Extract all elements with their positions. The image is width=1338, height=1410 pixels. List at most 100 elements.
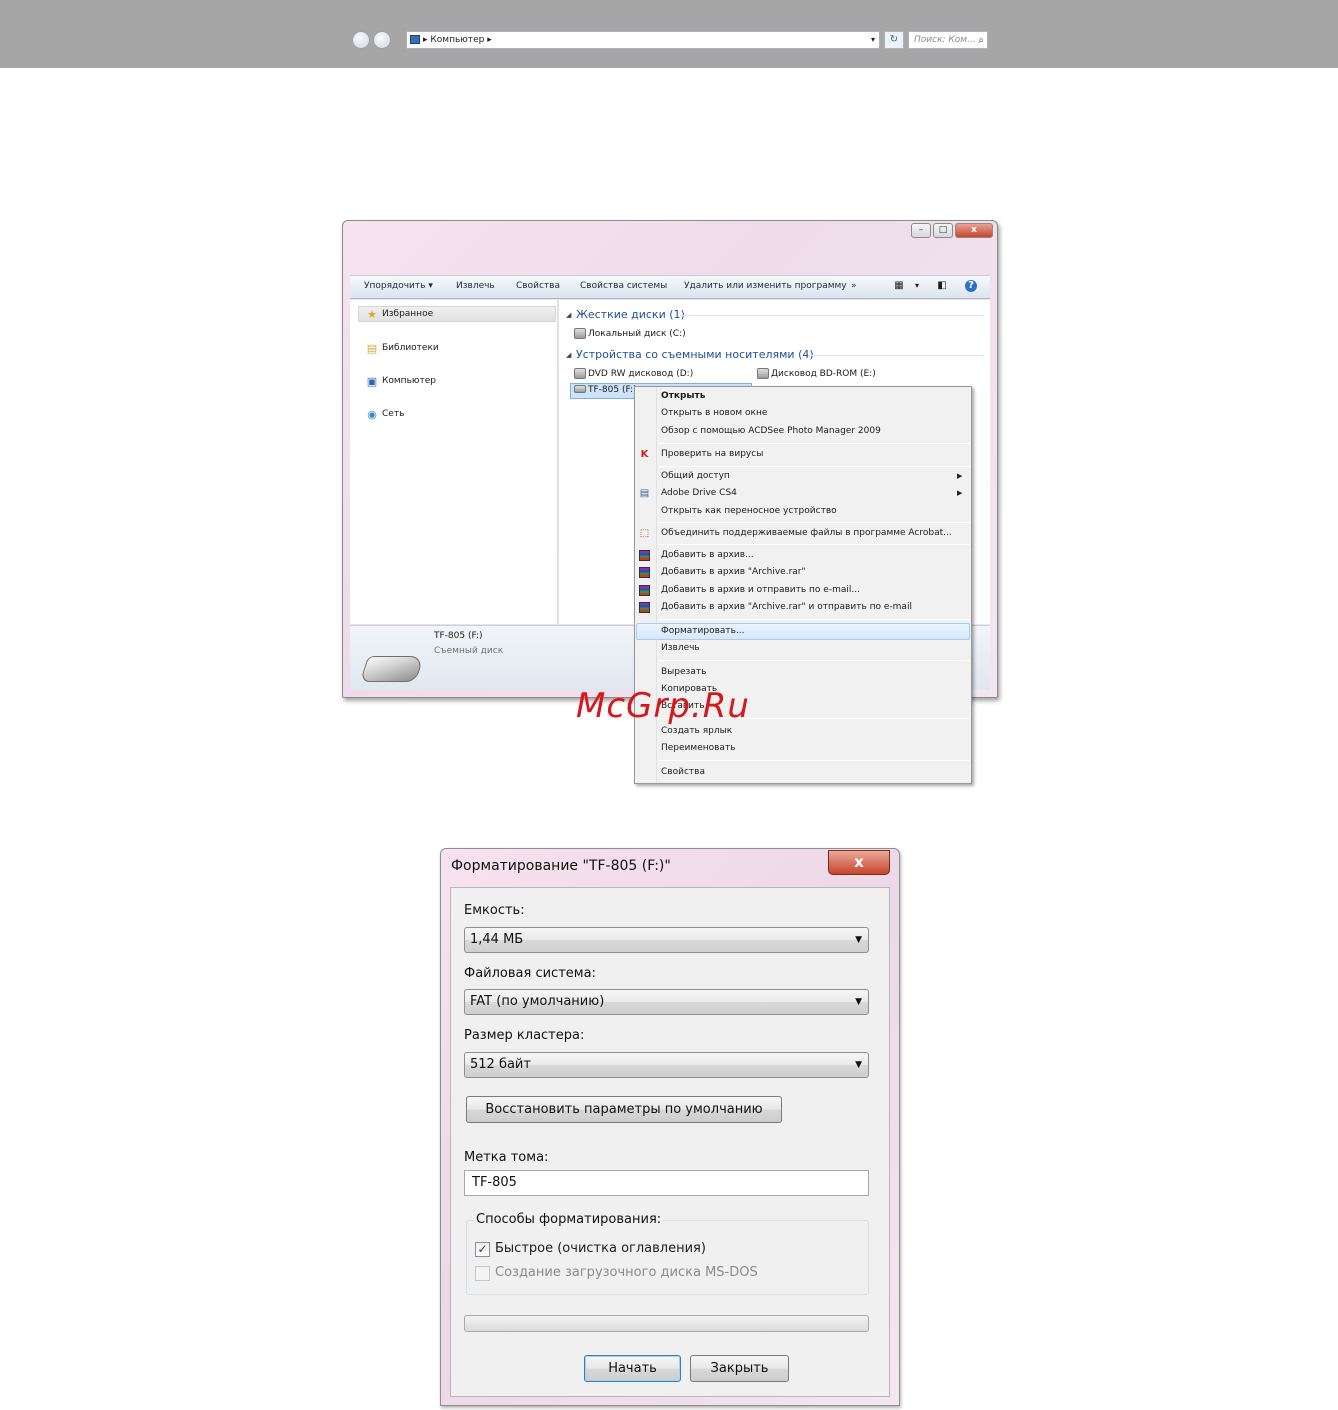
- system-properties-button[interactable]: Свойства системы: [580, 281, 667, 291]
- drive-d[interactable]: DVD RW дисковод (D:): [588, 369, 693, 379]
- view-dropdown-icon[interactable]: ▾: [911, 280, 923, 292]
- menu-scan[interactable]: Проверить на вирусы: [661, 449, 763, 459]
- drive-c[interactable]: Локальный диск (C:): [588, 329, 686, 339]
- menu-open[interactable]: Открыть: [661, 391, 705, 401]
- menu-adobe-drive[interactable]: Adobe Drive CS4: [661, 488, 737, 498]
- search-icon[interactable]: ⌕: [978, 33, 984, 49]
- view-options-icon[interactable]: ▦: [893, 280, 905, 292]
- capacity-select[interactable]: 1,44 МБ ▼: [464, 927, 869, 953]
- bd-drive-icon: [757, 368, 769, 379]
- format-options-label: Способы форматирования:: [474, 1212, 664, 1227]
- cluster-select[interactable]: 512 байт ▼: [464, 1052, 869, 1078]
- group-divider: [680, 315, 984, 316]
- filesystem-select[interactable]: FAT (по умолчанию) ▼: [464, 989, 869, 1015]
- back-button[interactable]: [352, 31, 370, 49]
- removable-disk-icon: [359, 656, 425, 682]
- menu-acrobat[interactable]: Объединить поддерживаемые файлы в програ…: [661, 528, 952, 538]
- menu-separator: [658, 466, 970, 467]
- menu-add-archive-rar-email[interactable]: Добавить в архив "Archive.rar" и отправи…: [661, 602, 912, 612]
- adobe-drive-icon: ▤: [639, 488, 650, 499]
- quick-format-label[interactable]: Быстрое (очистка оглавления): [495, 1241, 706, 1256]
- cluster-label: Размер кластера:: [464, 1028, 585, 1043]
- filesystem-label: Файловая система:: [464, 966, 596, 981]
- maximize-button[interactable]: □: [933, 223, 953, 238]
- dropdown-arrow-icon: ▼: [855, 997, 862, 1007]
- properties-button[interactable]: Свойства: [516, 281, 560, 291]
- forward-button[interactable]: [373, 31, 391, 49]
- menu-add-archive-email[interactable]: Добавить в архив и отправить по e-mail..…: [661, 585, 860, 595]
- dialog-title: Форматирование "TF-805 (F:)": [451, 858, 671, 874]
- nav-libraries[interactable]: Библиотеки: [382, 343, 439, 353]
- breadcrumb-arrow-icon: ▸: [484, 35, 492, 45]
- search-input[interactable]: Поиск: Ком... ⌕: [908, 31, 988, 49]
- msdos-boot-checkbox[interactable]: [475, 1266, 490, 1281]
- drive-e[interactable]: Дисковод BD-ROM (E:): [771, 369, 876, 379]
- kaspersky-icon: K: [640, 449, 649, 460]
- menu-cut[interactable]: Вырезать: [661, 667, 706, 677]
- menu-add-archive[interactable]: Добавить в архив...: [661, 550, 754, 560]
- usb-drive-icon: [574, 385, 586, 393]
- volume-label-input[interactable]: TF-805: [464, 1170, 869, 1196]
- menu-separator: [658, 544, 970, 545]
- search-placeholder: Поиск: Ком...: [914, 35, 976, 45]
- restore-defaults-button[interactable]: Восстановить параметры по умолчанию: [466, 1096, 782, 1123]
- menu-separator: [658, 619, 970, 620]
- capacity-label: Емкость:: [464, 903, 525, 918]
- eject-button[interactable]: Извлечь: [456, 281, 495, 291]
- close-button[interactable]: x: [955, 223, 993, 238]
- submenu-arrow-icon: ▶: [957, 489, 963, 497]
- nav-favorites[interactable]: Избранное: [382, 309, 433, 319]
- cluster-value: 512 байт: [470, 1057, 531, 1072]
- menu-open-portable[interactable]: Открыть как переносное устройство: [661, 506, 837, 516]
- menu-rename[interactable]: Переименовать: [661, 743, 736, 753]
- preview-pane-icon[interactable]: ◧: [936, 280, 948, 292]
- refresh-button[interactable]: ↻: [884, 31, 904, 49]
- close-dialog-button[interactable]: Закрыть: [690, 1355, 789, 1382]
- details-type: Съемный диск: [434, 646, 504, 656]
- nav-network[interactable]: Сеть: [382, 409, 404, 419]
- collapse-arrow-icon[interactable]: ◢: [566, 351, 571, 359]
- start-button[interactable]: Начать: [584, 1355, 681, 1382]
- quick-format-checkbox[interactable]: ✓: [475, 1242, 490, 1257]
- dialog-close-button[interactable]: x: [828, 850, 890, 875]
- filesystem-value: FAT (по умолчанию): [470, 994, 605, 1009]
- address-dropdown-icon[interactable]: ▾: [871, 32, 875, 48]
- menu-open-new-window[interactable]: Открыть в новом окне: [661, 408, 767, 418]
- msdos-boot-label[interactable]: Создание загрузочного диска MS-DOS: [495, 1265, 758, 1280]
- address-bar[interactable]: ▸ Компьютер ▸ ▾: [406, 31, 880, 49]
- breadcrumb-computer[interactable]: Компьютер: [430, 35, 484, 45]
- dropdown-arrow-icon: ▼: [855, 935, 862, 945]
- uninstall-program-button[interactable]: Удалить или изменить программу: [684, 281, 847, 291]
- minimize-button[interactable]: –: [911, 223, 931, 238]
- group-hard-disks[interactable]: Жесткие диски (1): [576, 308, 685, 321]
- menu-format[interactable]: Форматировать...: [661, 626, 745, 636]
- menu-share[interactable]: Общий доступ: [661, 471, 730, 481]
- menu-separator: [658, 760, 970, 761]
- menu-separator: [658, 443, 970, 444]
- collapse-arrow-icon[interactable]: ◢: [566, 311, 571, 319]
- menu-add-archive-rar[interactable]: Добавить в архив "Archive.rar": [661, 567, 806, 577]
- drive-f[interactable]: TF-805 (F:): [588, 385, 637, 395]
- nav-computer[interactable]: Компьютер: [382, 376, 436, 386]
- help-icon[interactable]: ?: [965, 280, 977, 292]
- menu-acdsee[interactable]: Обзор с помощью ACDSee Photo Manager 200…: [661, 426, 881, 436]
- volume-label-label: Метка тома:: [464, 1150, 549, 1165]
- hard-disk-icon: [574, 328, 586, 339]
- menu-eject[interactable]: Извлечь: [661, 643, 700, 653]
- menu-create-shortcut[interactable]: Создать ярлык: [661, 726, 732, 736]
- group-removable[interactable]: Устройства со съемными носителями (4): [576, 348, 814, 361]
- format-progress-bar: [464, 1315, 869, 1332]
- organize-button[interactable]: Упорядочить ▾: [364, 281, 433, 291]
- more-commands-button[interactable]: »: [851, 281, 857, 291]
- computer-icon: [410, 35, 420, 44]
- menu-properties[interactable]: Свойства: [661, 767, 705, 777]
- winrar-icon: [639, 550, 650, 561]
- winrar-icon: [639, 567, 650, 578]
- submenu-arrow-icon: ▶: [957, 472, 963, 480]
- group-divider: [808, 355, 984, 356]
- watermark-logo: McGrp.Ru: [576, 686, 750, 726]
- winrar-icon: [639, 585, 650, 596]
- format-options-group: [466, 1220, 869, 1295]
- menu-separator: [658, 660, 970, 661]
- winrar-icon: [639, 602, 650, 613]
